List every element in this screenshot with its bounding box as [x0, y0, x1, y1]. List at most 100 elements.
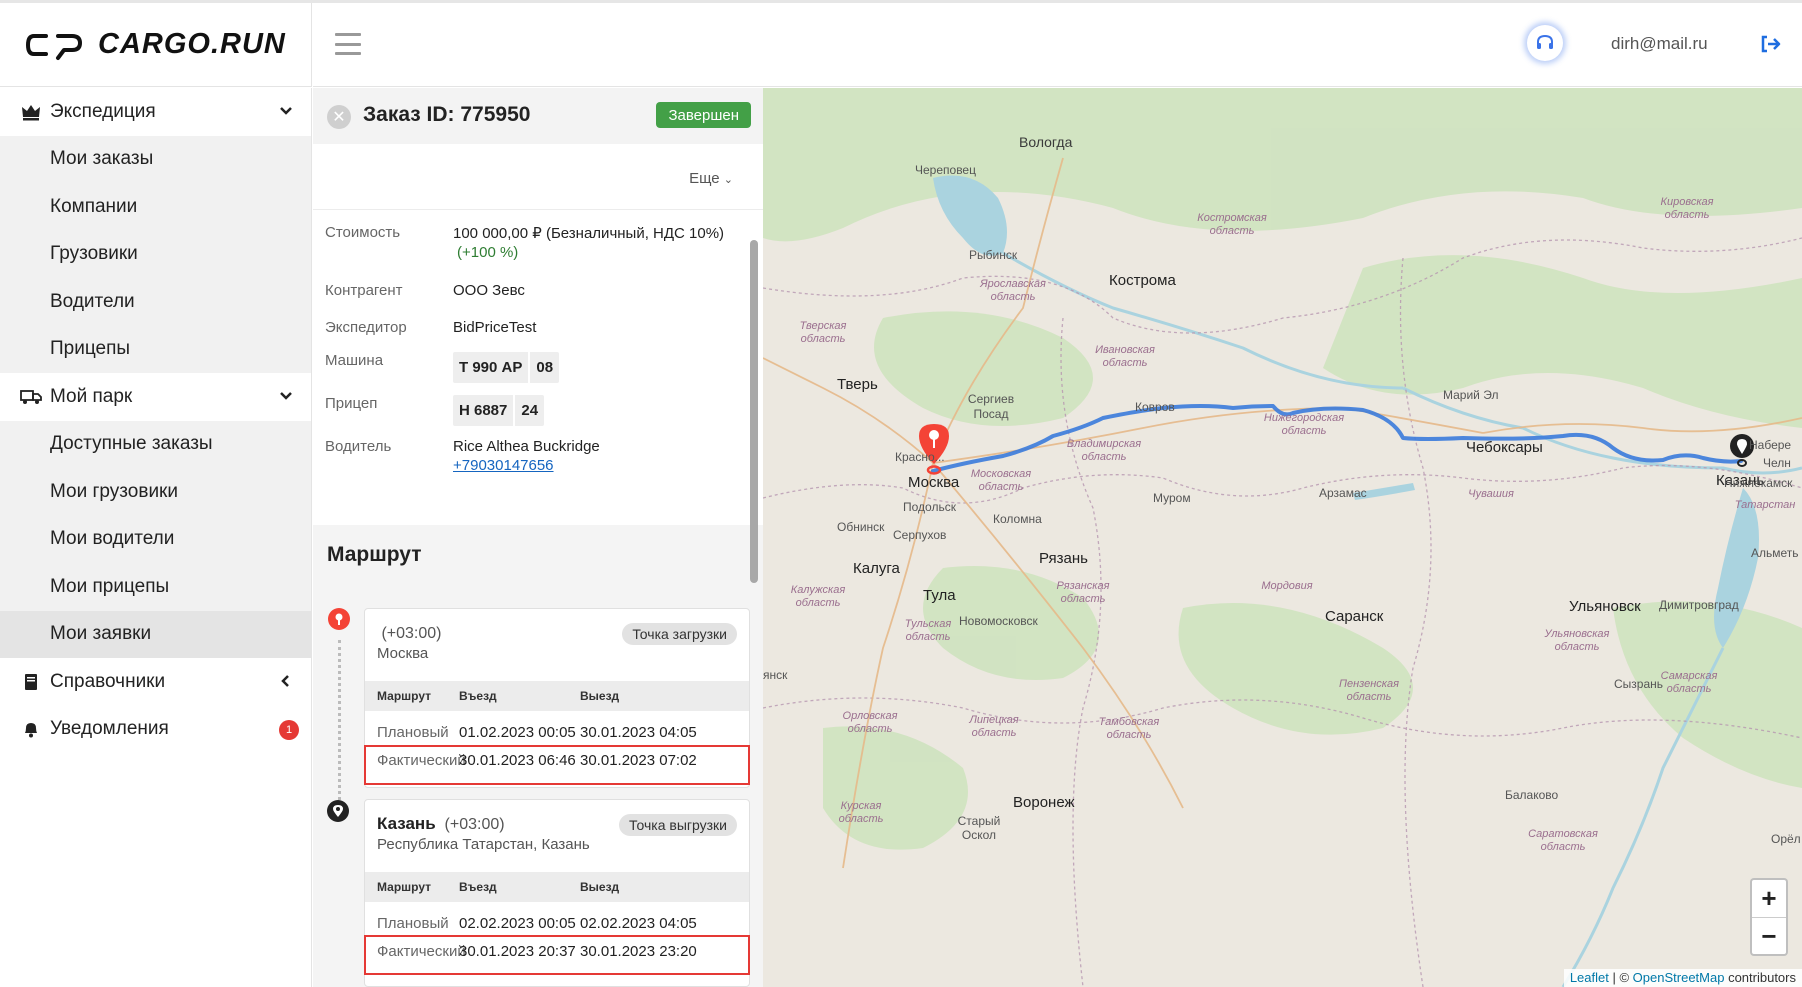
map-label: Красно...	[895, 450, 945, 464]
region-label: Владимирская область	[1066, 438, 1142, 463]
map-label: Ковров	[1135, 400, 1175, 414]
map-label: Сергиев Посад	[967, 392, 1015, 421]
map-label: Марий Эл	[1443, 388, 1499, 402]
map-label: Димитровград	[1659, 598, 1739, 612]
sidebar-group-label: Уведомления	[50, 718, 169, 740]
map-label: Серпухов	[893, 528, 947, 542]
logo-area[interactable]: CARGO.RUN	[0, 3, 312, 87]
attribution-separator: | ©	[1608, 970, 1633, 985]
chevron-left-icon	[281, 675, 289, 687]
map-label: Чебоксары	[1466, 439, 1543, 456]
driver-phone-link[interactable]: +79030147656	[453, 457, 554, 474]
sidebar-group-my-fleet[interactable]: Мой парк	[0, 373, 311, 421]
driver-row: Водитель Rice Althea Buckridge +79030147…	[325, 438, 763, 477]
row-departure: 02.02.2023 04:05	[580, 915, 697, 932]
sidebar-group-notifications[interactable]: Уведомления 1	[0, 706, 311, 754]
region-label: Татарстан	[1734, 499, 1796, 511]
more-dropdown[interactable]: Еще ⌄	[689, 170, 733, 187]
unload-point-pin-icon	[327, 800, 349, 822]
sidebar-item-trucks[interactable]: Грузовики	[0, 231, 311, 279]
sidebar-item-my-trucks[interactable]: Мои грузовики	[0, 468, 311, 516]
sidebar-group-directories[interactable]: Справочники	[0, 658, 311, 706]
sidebar-item-drivers[interactable]: Водители	[0, 278, 311, 326]
region-label: Калужская область	[790, 584, 846, 609]
sidebar-group-expedition[interactable]: Экспедиция	[0, 88, 311, 136]
driver-label: Водитель	[325, 438, 392, 455]
forwarder-row: Экспедитор BidPriceTest	[325, 319, 763, 336]
user-email[interactable]: dirh@mail.ru	[1611, 34, 1708, 54]
map-label: Арзамас	[1319, 486, 1367, 500]
map-label: Набере	[1749, 438, 1792, 452]
region-label: Ульяновская область	[1544, 628, 1610, 653]
route-point-type-tag: Точка загрузки	[622, 623, 737, 645]
col-departure: Выезд	[580, 880, 620, 894]
trailer-row: Прицеп Н 6887 24	[325, 395, 763, 426]
region-label: Тамбовская область	[1098, 716, 1160, 741]
region-label: Самарская область	[1660, 670, 1718, 695]
region-label: Курская область	[838, 800, 884, 825]
map-label: Орёл	[1771, 832, 1801, 846]
load-point-pin-icon	[328, 608, 350, 630]
sidebar-item-my-requests[interactable]: Мои заявки	[0, 610, 311, 658]
region-label: Нижегородская область	[1263, 412, 1345, 437]
zoom-in-button[interactable]: +	[1752, 880, 1786, 917]
logo-icon	[25, 33, 82, 60]
map-label: Тверь	[837, 376, 878, 393]
sidebar-item-my-orders[interactable]: Мои заказы	[0, 136, 311, 184]
route-point-city: (+03:00)	[377, 623, 442, 643]
sidebar-item-my-drivers[interactable]: Мои водители	[0, 516, 311, 564]
zoom-out-button[interactable]: −	[1752, 917, 1786, 954]
support-button[interactable]	[1527, 25, 1563, 61]
map-label: Муром	[1153, 491, 1191, 505]
sidebar-item-my-trailers[interactable]: Мои прицепы	[0, 563, 311, 611]
region-label: Ярославская область	[980, 278, 1046, 303]
panel-scrollbar[interactable]	[750, 240, 758, 583]
sidebar-item-available-orders[interactable]: Доступные заказы	[0, 421, 311, 469]
book-icon	[20, 671, 42, 693]
forwarder-label: Экспедитор	[325, 319, 407, 336]
highlight-box	[364, 745, 750, 785]
order-header: ✕ Заказ ID: 775950 Завершен	[313, 88, 763, 144]
sidebar-group-label: Мой парк	[50, 385, 133, 407]
cost-row: Стоимость 100 000,00 ₽ (Безналичный, НДС…	[325, 224, 763, 264]
region-label: Кировская область	[1660, 196, 1714, 221]
sidebar-item-trailers[interactable]: Прицепы	[0, 326, 311, 374]
contractor-row: Контрагент ООО Зевс	[325, 282, 763, 299]
sidebar-sublist: Доступные заказы Мои грузовики Мои водит…	[0, 420, 311, 658]
truck-plate: Т 990 АР 08	[453, 352, 560, 383]
route-table-header: Маршрут Въезд Выезд	[365, 872, 749, 902]
map-label: Ульяновск	[1569, 598, 1641, 615]
forwarder-value: BidPriceTest	[453, 319, 537, 336]
route-point-tz: (+03:00)	[381, 625, 442, 642]
cost-label: Стоимость	[325, 224, 401, 241]
sidebar-item-companies[interactable]: Компании	[0, 183, 311, 231]
osm-link[interactable]: OpenStreetMap	[1633, 970, 1725, 985]
region-label: Мордовия	[1261, 580, 1313, 592]
map-label: Рыбинск	[969, 248, 1018, 262]
col-arrival: Въезд	[459, 880, 497, 894]
more-bar: Еще ⌄	[313, 144, 763, 210]
attribution-tail: contributors	[1724, 970, 1796, 985]
route-table-header: Маршрут Въезд Выезд	[365, 681, 749, 711]
leaflet-link[interactable]: Leaflet	[1570, 970, 1609, 985]
region-label: Липецкая область	[969, 714, 1019, 739]
route-point-type-tag: Точка выгрузки	[619, 814, 737, 836]
map-label: Рязань	[1039, 550, 1088, 567]
row-arrival: 02.02.2023 00:05	[459, 915, 576, 932]
region-label: Тульская область	[904, 618, 952, 643]
map-label: Череповец	[915, 163, 976, 177]
route-point-address: Москва	[377, 645, 429, 662]
order-title: Заказ ID: 775950	[363, 103, 531, 126]
row-type: Плановый	[377, 724, 449, 741]
map-label: Кострома	[1109, 272, 1176, 289]
route-map[interactable]: Вологда Череповец Рыбинск Кострома Тверь…	[763, 88, 1802, 987]
close-icon[interactable]: ✕	[327, 105, 351, 129]
trailer-label: Прицеп	[325, 395, 378, 412]
col-route: Маршрут	[377, 880, 432, 894]
menu-toggle-icon[interactable]	[335, 33, 361, 55]
map-zoom-control: + −	[1750, 878, 1788, 956]
map-label: Подольск	[903, 500, 956, 514]
route-point-tz: (+03:00)	[444, 816, 505, 833]
region-label: Московская область	[970, 468, 1032, 493]
logout-icon[interactable]	[1759, 33, 1781, 55]
